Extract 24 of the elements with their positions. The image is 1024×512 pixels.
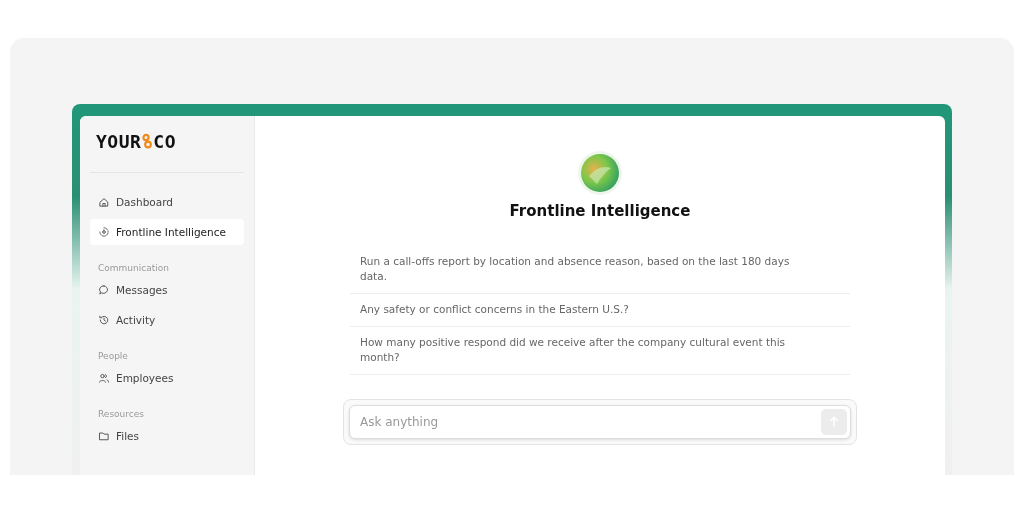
spark-icon bbox=[98, 226, 110, 238]
ask-field[interactable]: Ask anything bbox=[349, 405, 851, 439]
history-icon bbox=[98, 314, 110, 326]
assistant-title: Frontline Intelligence bbox=[509, 202, 691, 220]
suggestion-item[interactable]: Any safety or conflict concerns in the Eastern U.S.? bbox=[350, 294, 850, 327]
orb-icon bbox=[577, 150, 623, 196]
gears-icon bbox=[141, 133, 154, 149]
home-icon bbox=[98, 196, 110, 208]
sidebar-item[interactable]: Frontline Intelligence bbox=[90, 219, 244, 245]
chat-icon bbox=[98, 284, 110, 296]
section-label: Resources bbox=[97, 409, 145, 419]
section-label: People bbox=[97, 351, 129, 361]
sidebar-item[interactable]: Messages bbox=[90, 277, 244, 303]
folder-icon bbox=[98, 430, 110, 442]
sidebar-item[interactable]: Employees bbox=[90, 365, 244, 391]
section-label: Communication bbox=[97, 263, 170, 273]
logo-text: CO bbox=[153, 130, 177, 152]
sidebar-item[interactable]: Dashboard bbox=[90, 189, 244, 215]
sidebar-item[interactable]: Files bbox=[90, 423, 244, 449]
people-icon bbox=[98, 372, 110, 384]
suggestion-item[interactable]: Run a call-offs report by location and absence reason, based on the last 180 days data. bbox=[350, 246, 850, 294]
suggestion-item[interactable]: How many positive respond did we receive after the company cultural event this month? bbox=[350, 327, 850, 375]
sidebar-item[interactable]: Activity bbox=[90, 307, 244, 333]
logo-text: YOUR bbox=[96, 130, 142, 152]
